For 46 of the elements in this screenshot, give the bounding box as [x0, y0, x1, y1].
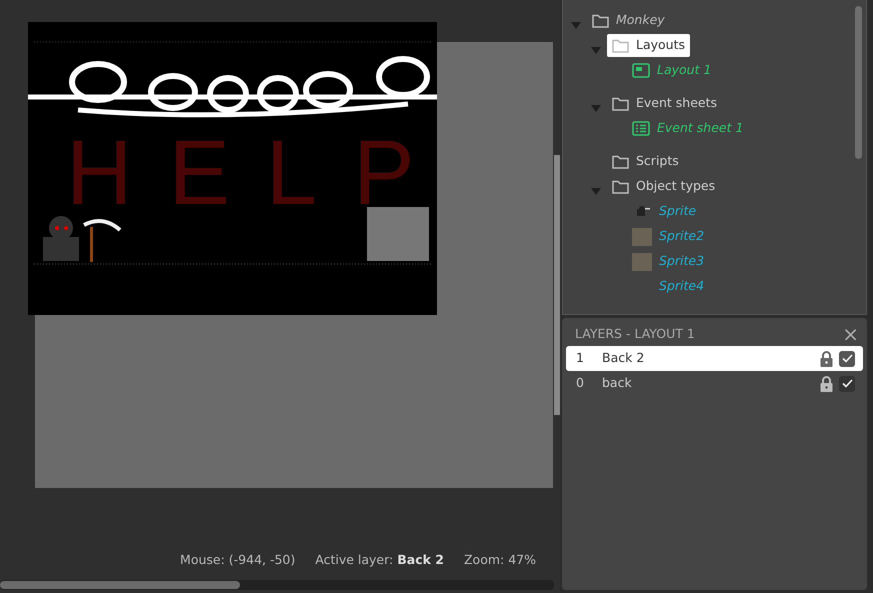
tree-item[interactable]: Event sheet 1 [627, 117, 748, 140]
photo-placeholder [632, 228, 652, 246]
zoom-level: Zoom: 47% [464, 550, 536, 569]
visibility-checkbox[interactable] [839, 376, 855, 392]
close-button[interactable]: × [842, 324, 859, 344]
list-icon [632, 121, 650, 136]
folder-icon [612, 96, 629, 110]
scrollbar-thumb[interactable] [855, 6, 862, 159]
layer-number: 1 [576, 349, 585, 368]
expanded-caret-icon[interactable] [591, 47, 601, 56]
photo-placeholder [367, 207, 429, 261]
visibility-checkbox[interactable] [839, 350, 855, 366]
layer-row[interactable]: 1 Back 2 [566, 346, 863, 371]
expanded-caret-icon[interactable] [571, 22, 581, 30]
tree-item[interactable]: Monkey [587, 9, 670, 32]
mouse-position: Mouse: (-944, -50) [180, 550, 296, 569]
active-layer-label: Active layer: Back 2 [315, 550, 444, 569]
tree-item[interactable]: Sprite4 [627, 275, 710, 298]
photo-placeholder [632, 252, 652, 270]
scene-text: HELP [66, 127, 450, 219]
tree-item[interactable]: Sprite2 [627, 225, 710, 248]
layer-name: back [602, 374, 633, 392]
expanded-caret-icon[interactable] [591, 105, 601, 114]
scrollbar[interactable] [554, 155, 560, 415]
folder-icon [612, 154, 629, 168]
lock-icon[interactable] [820, 376, 833, 392]
check-icon [842, 354, 852, 363]
horizontal-scrollbar[interactable] [0, 580, 554, 590]
folder-icon [592, 14, 609, 28]
folder-icon [612, 38, 629, 52]
layout-icon [632, 63, 650, 78]
tree-item[interactable]: Scripts [607, 150, 684, 173]
expanded-caret-icon[interactable] [591, 188, 601, 196]
tree-item[interactable]: Sprite [627, 200, 702, 223]
tree-item[interactable]: Event sheets [607, 92, 722, 115]
tree-item[interactable]: Layout 1 [627, 59, 716, 82]
panel-title: LAYERS - LAYOUT 1 [575, 324, 695, 343]
tree-item[interactable]: Layouts [607, 34, 690, 57]
lock-icon[interactable] [820, 350, 833, 366]
tree-item[interactable]: Sprite3 [627, 250, 710, 273]
folder-icon [612, 180, 629, 194]
layer-number: 0 [576, 374, 585, 392]
layer-row[interactable]: 0 back [566, 371, 863, 396]
layer-name: Back 2 [602, 349, 646, 368]
tree-item[interactable]: Object types [607, 175, 720, 198]
check-icon [842, 379, 852, 388]
